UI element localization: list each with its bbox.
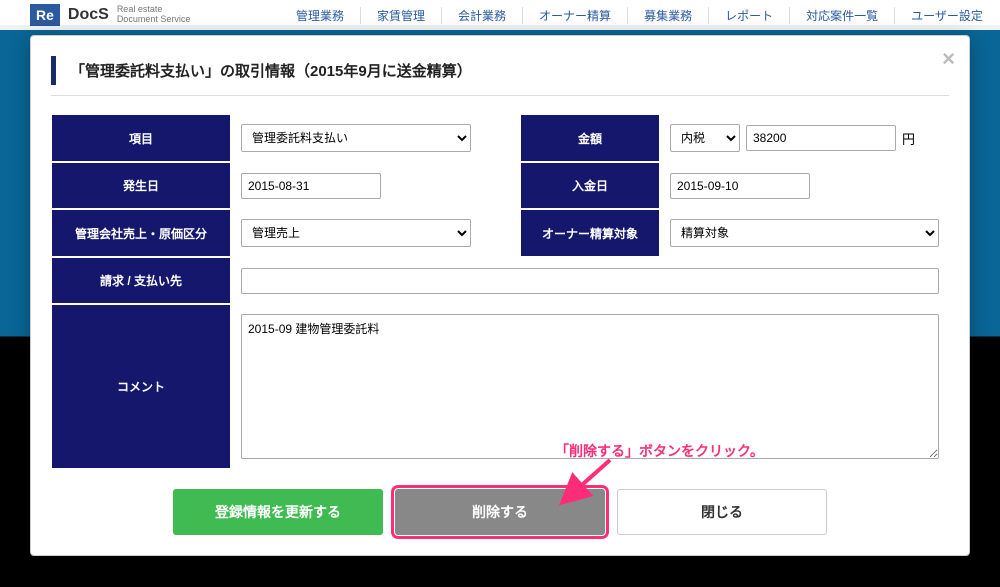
logo-mark: Re — [30, 4, 60, 26]
label-item: 項目 — [51, 114, 231, 162]
cell-category: 管理売上 — [231, 209, 520, 257]
logo-text: DocS — [68, 6, 109, 24]
modal-title-bar: 「管理委託料支払い」の取引情報（2015年9月に送金精算） — [51, 56, 949, 85]
currency-label: 円 — [902, 129, 915, 148]
cell-occur-date — [231, 162, 520, 209]
comment-textarea[interactable] — [241, 314, 939, 459]
close-icon[interactable]: × — [942, 46, 955, 72]
modal-title: 「管理委託料支払い」の取引情報（2015年9月に送金精算） — [70, 60, 949, 81]
nav-item-cases[interactable]: 対応案件一覧 — [790, 7, 895, 24]
cell-owner-settle: 精算対象 — [660, 209, 949, 257]
occur-date-input[interactable] — [241, 173, 381, 199]
nav-item-recruitment[interactable]: 募集業務 — [628, 7, 709, 24]
owner-settle-select[interactable]: 精算対象 — [670, 219, 939, 247]
logo-subtitle: Real estateDocument Service — [117, 5, 191, 25]
deposit-date-input[interactable] — [670, 173, 810, 199]
delete-button[interactable]: 削除する — [395, 489, 605, 535]
label-deposit-date: 入金日 — [520, 162, 660, 209]
nav-item-owner-settlement[interactable]: オーナー精算 — [523, 7, 628, 24]
nav-item-rent[interactable]: 家賃管理 — [361, 7, 442, 24]
label-owner-settle: オーナー精算対象 — [520, 209, 660, 257]
cell-comment — [231, 304, 949, 469]
form-grid: 項目 管理委託料支払い 金額 内税 円 発生日 入金日 管理会社売上・原価区分 … — [51, 114, 949, 469]
label-comment: コメント — [51, 304, 231, 469]
divider — [51, 95, 949, 96]
tax-select[interactable]: 内税 — [670, 124, 740, 152]
label-payee: 請求 / 支払い先 — [51, 257, 231, 304]
item-select[interactable]: 管理委託料支払い — [241, 124, 471, 152]
label-occur-date: 発生日 — [51, 162, 231, 209]
nav-item-management[interactable]: 管理業務 — [280, 7, 361, 24]
cell-item: 管理委託料支払い — [231, 114, 520, 162]
nav-item-report[interactable]: レポート — [709, 7, 790, 24]
nav-item-accounting[interactable]: 会計業務 — [442, 7, 523, 24]
amount-input[interactable] — [746, 125, 896, 151]
payee-input[interactable] — [241, 268, 939, 294]
modal-actions: 登録情報を更新する 削除する 閉じる — [51, 489, 949, 535]
cell-deposit-date — [660, 162, 949, 209]
nav-item-user-settings[interactable]: ユーザー設定 — [895, 7, 999, 24]
transaction-modal: × 「管理委託料支払い」の取引情報（2015年9月に送金精算） 項目 管理委託料… — [30, 35, 970, 556]
category-select[interactable]: 管理売上 — [241, 219, 471, 247]
close-button[interactable]: 閉じる — [617, 489, 827, 535]
cell-amount: 内税 円 — [660, 114, 949, 162]
label-category: 管理会社売上・原価区分 — [51, 209, 231, 257]
update-button[interactable]: 登録情報を更新する — [173, 489, 383, 535]
label-amount: 金額 — [520, 114, 660, 162]
cell-payee — [231, 257, 949, 304]
